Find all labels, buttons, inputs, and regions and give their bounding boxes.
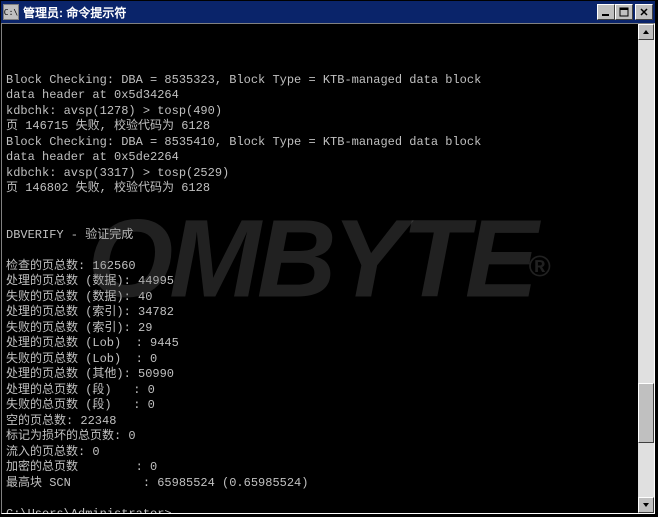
terminal-line: 最高块 SCN : 65985524 (0.65985524): [6, 476, 638, 492]
terminal-line: data header at 0x5d34264: [6, 88, 638, 104]
terminal-line: [6, 243, 638, 259]
window-controls: [597, 4, 653, 20]
terminal-line: Block Checking: DBA = 8535410, Block Typ…: [6, 135, 638, 151]
system-menu-icon-label: C:\: [4, 8, 18, 17]
terminal-line: 失败的页总数 (索引): 29: [6, 321, 638, 337]
terminal-line: Block Checking: DBA = 8535323, Block Typ…: [6, 73, 638, 89]
terminal-line: 失败的页总数 (Lob) : 0: [6, 352, 638, 368]
window-title: 管理员: 命令提示符: [23, 4, 597, 21]
scroll-up-button[interactable]: [638, 24, 654, 40]
terminal-line: 页 146715 失败, 校验代码为 6128: [6, 119, 638, 135]
console-window: C:\ 管理员: 命令提示符 OMBYTE® Block Checking: D…: [0, 0, 656, 515]
scrollbar-thumb[interactable]: [638, 383, 654, 443]
arrow-up-icon: [642, 28, 650, 36]
terminal-line: DBVERIFY - 验证完成: [6, 228, 638, 244]
terminal-output[interactable]: OMBYTE® Block Checking: DBA = 8535323, B…: [2, 24, 638, 513]
arrow-down-icon: [642, 501, 650, 509]
terminal-line: 处理的总页数 (段) : 0: [6, 383, 638, 399]
terminal-line: 流入的页总数: 0: [6, 445, 638, 461]
terminal-line: 页 146802 失败, 校验代码为 6128: [6, 181, 638, 197]
terminal-line: 检查的页总数: 162560: [6, 259, 638, 275]
terminal-line: [6, 212, 638, 228]
terminal-line: kdbchk: avsp(3317) > tosp(2529): [6, 166, 638, 182]
terminal-line: 标记为损坏的总页数: 0: [6, 429, 638, 445]
close-icon: [639, 7, 649, 17]
terminal-line: 失败的页总数 (数据): 40: [6, 290, 638, 306]
system-menu-icon[interactable]: C:\: [3, 4, 19, 20]
terminal-line: 空的页总数: 22348: [6, 414, 638, 430]
maximize-icon: [619, 7, 629, 17]
client-area: OMBYTE® Block Checking: DBA = 8535323, B…: [1, 23, 655, 514]
minimize-icon: [601, 7, 611, 17]
minimize-button[interactable]: [597, 4, 615, 20]
close-button[interactable]: [635, 4, 653, 20]
maximize-button[interactable]: [615, 4, 633, 20]
terminal-line: 处理的页总数 (Lob) : 9445: [6, 336, 638, 352]
vertical-scrollbar[interactable]: [638, 24, 654, 513]
terminal-line: 处理的页总数 (数据): 44995: [6, 274, 638, 290]
scrollbar-track[interactable]: [638, 40, 654, 497]
scroll-down-button[interactable]: [638, 497, 654, 513]
title-bar[interactable]: C:\ 管理员: 命令提示符: [1, 1, 655, 23]
terminal-line: 加密的总页数 : 0: [6, 460, 638, 476]
terminal-line: [6, 491, 638, 507]
terminal-line: 处理的页总数 (索引): 34782: [6, 305, 638, 321]
terminal-line: 处理的页总数 (其他): 50990: [6, 367, 638, 383]
terminal-line: kdbchk: avsp(1278) > tosp(490): [6, 104, 638, 120]
terminal-line: 失败的总页数 (段) : 0: [6, 398, 638, 414]
terminal-line: C:\Users\Administrator>: [6, 507, 638, 514]
terminal-line: data header at 0x5de2264: [6, 150, 638, 166]
terminal-line: [6, 197, 638, 213]
